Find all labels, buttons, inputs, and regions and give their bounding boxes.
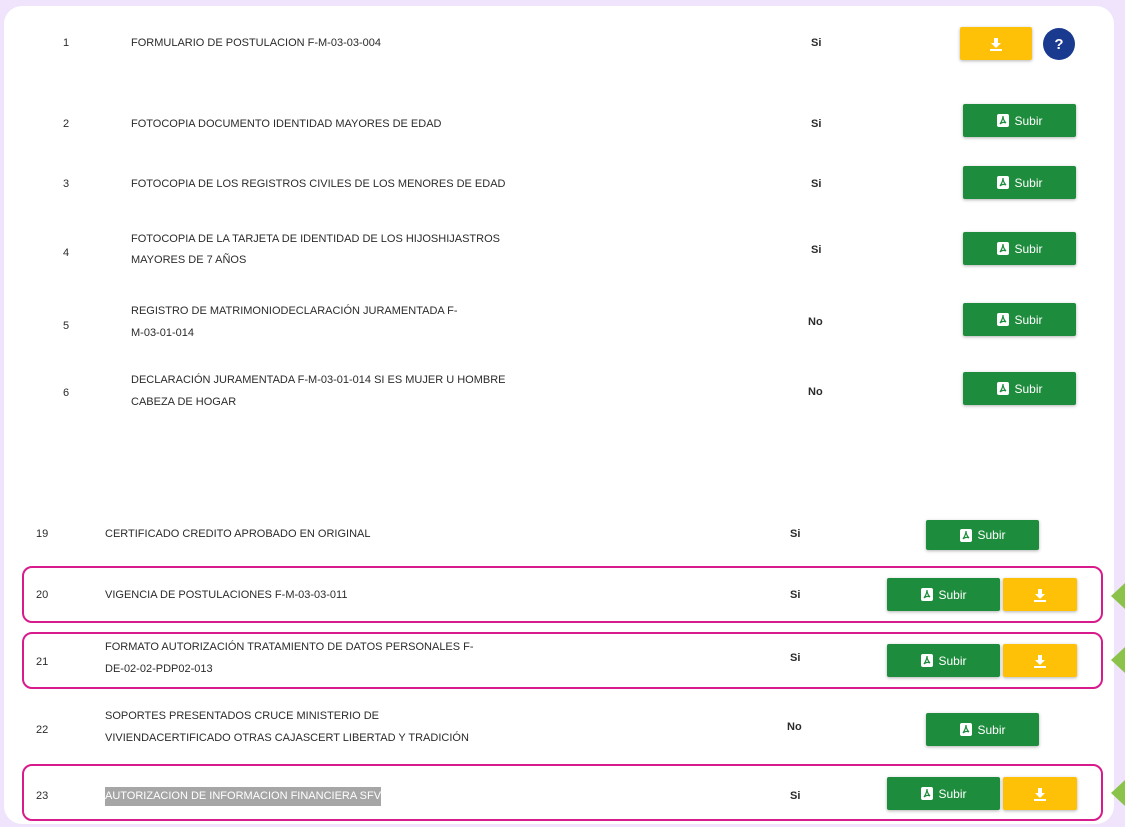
download-button[interactable] (1003, 644, 1077, 677)
document-name: FORMULARIO DE POSTULACION F-M-03-03-004 (131, 37, 381, 49)
required-value: No (808, 386, 823, 398)
row-number: 1 (63, 37, 70, 49)
required-value: Si (811, 37, 822, 49)
upload-label: Subir (938, 653, 967, 668)
upload-button[interactable]: Subir (963, 166, 1076, 199)
upload-button[interactable]: Subir (887, 644, 1000, 677)
row-number: 20 (36, 589, 49, 601)
document-name: FOTOCOPIA DE LOS REGISTROS CIVILES DE LO… (131, 178, 506, 190)
row-number: 2 (63, 118, 70, 130)
pdf-icon (960, 528, 973, 542)
row-number: 4 (63, 247, 70, 259)
upload-button[interactable]: Subir (887, 578, 1000, 611)
document-name: FOTOCOPIA DOCUMENTO IDENTIDAD MAYORES DE… (131, 118, 442, 130)
required-value: No (808, 316, 823, 328)
upload-button[interactable]: Subir (887, 777, 1000, 810)
document-name: VIGENCIA DE POSTULACIONES F-M-03-03-011 (105, 589, 348, 601)
pdf-icon (997, 176, 1010, 189)
required-value: Si (811, 244, 822, 256)
upload-label: Subir (1014, 312, 1043, 327)
download-icon (1034, 654, 1046, 668)
pdf-icon (997, 313, 1010, 326)
upload-label: Subir (977, 722, 1006, 737)
pdf-icon (997, 242, 1010, 255)
required-value: Si (790, 652, 801, 664)
download-button[interactable] (1003, 777, 1077, 810)
upload-label: Subir (1014, 381, 1043, 396)
download-icon (1034, 588, 1046, 602)
upload-label: Subir (938, 786, 967, 801)
upload-label: Subir (1014, 175, 1043, 190)
document-name-line1: FORMATO AUTORIZACIÓN TRATAMIENTO DE DATO… (105, 641, 474, 653)
required-value: No (787, 721, 802, 733)
document-name-line2: CABEZA DE HOGAR (131, 396, 237, 408)
upload-button[interactable]: Subir (963, 232, 1076, 265)
required-value: Si (811, 178, 822, 190)
download-button[interactable] (960, 27, 1032, 60)
document-name-line2: MAYORES DE 7 AÑOS (131, 254, 247, 266)
help-icon[interactable]: ? (1043, 28, 1075, 60)
upload-button[interactable]: Subir (926, 713, 1039, 746)
required-value: Si (811, 118, 822, 130)
upload-button[interactable]: Subir (926, 520, 1039, 550)
pdf-icon (997, 382, 1010, 395)
document-name: CERTIFICADO CREDITO APROBADO EN ORIGINAL (105, 528, 371, 540)
document-name-line2: VIVIENDACERTIFICADO OTRAS CAJASCERT LIBE… (105, 732, 469, 744)
required-value: Si (790, 528, 801, 540)
row-number: 19 (36, 528, 49, 540)
upload-label: Subir (938, 587, 967, 602)
pdf-icon (921, 787, 934, 800)
document-name-line1: REGISTRO DE MATRIMONIODECLARACIÓN JURAME… (131, 305, 458, 317)
upload-label: Subir (977, 528, 1006, 542)
document-name-line1: SOPORTES PRESENTADOS CRUCE MINISTERIO DE (105, 710, 380, 722)
row-number: 6 (63, 387, 70, 399)
row-number: 5 (63, 320, 70, 332)
row-number: 22 (36, 724, 49, 736)
upload-label: Subir (1014, 113, 1043, 128)
download-button[interactable] (1003, 578, 1077, 611)
document-name: AUTORIZACION DE INFORMACION FINANCIERA S… (105, 787, 382, 806)
upload-button[interactable]: Subir (963, 303, 1076, 336)
required-value: Si (790, 589, 801, 601)
pdf-icon (997, 114, 1010, 127)
document-name-line1: FOTOCOPIA DE LA TARJETA DE IDENTIDAD DE … (131, 233, 500, 245)
document-name-line2: DE-02-02-PDP02-013 (105, 663, 213, 675)
row-number: 23 (36, 790, 49, 802)
pdf-icon (921, 588, 934, 601)
upload-button[interactable]: Subir (963, 104, 1076, 137)
pdf-icon (921, 654, 934, 667)
row-number: 21 (36, 656, 49, 668)
upload-button[interactable]: Subir (963, 372, 1076, 405)
document-name-line2: M-03-01-014 (131, 327, 194, 339)
upload-label: Subir (1014, 241, 1043, 256)
download-icon (1034, 787, 1046, 801)
document-name-line1: DECLARACIÓN JURAMENTADA F-M-03-01-014 SI… (131, 374, 506, 386)
row-number: 3 (63, 178, 70, 190)
required-value: Si (790, 790, 801, 802)
download-icon (990, 37, 1002, 51)
pdf-icon (960, 723, 973, 736)
